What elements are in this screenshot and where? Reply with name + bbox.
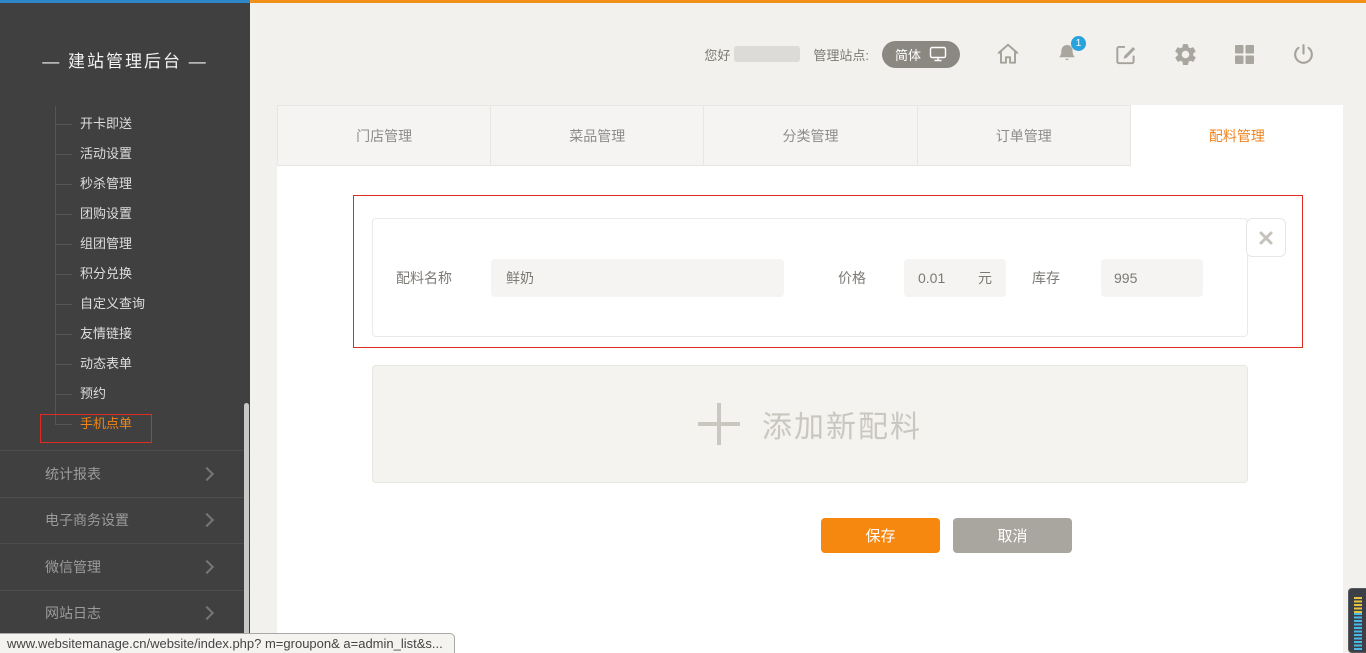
sidebar-section-statistics[interactable]: 统计报表 (0, 450, 250, 497)
tab-store-management[interactable]: 门店管理 (277, 105, 491, 166)
sidebar-menu: 开卡即送 活动设置 秒杀管理 团购设置 组团管理 积分兑换 自定义查询 友情链接… (0, 109, 250, 439)
plus-icon (698, 403, 740, 445)
tab-ingredient-management[interactable]: 配料管理 (1130, 105, 1343, 166)
header-icon-bar: 1 (995, 41, 1316, 67)
add-ingredient-button[interactable]: 添加新配料 (372, 365, 1248, 483)
sidebar-section-site-log[interactable]: 网站日志 (0, 590, 250, 637)
main-content: 配料名称 鲜奶 价格 0.01 元 库存 995 添加新配料 保存 取消 (277, 166, 1343, 653)
section-label: 统计报表 (45, 464, 101, 484)
app-title: — 建站管理后台 — (0, 47, 250, 72)
stock-value: 995 (1114, 270, 1137, 286)
sidebar-item-reservation[interactable]: 预约 (0, 379, 250, 409)
bell-icon[interactable]: 1 (1054, 41, 1080, 67)
sidebar-item-activity[interactable]: 活动设置 (0, 139, 250, 169)
section-label: 微信管理 (45, 557, 101, 577)
power-icon[interactable] (1290, 41, 1316, 67)
stock-input[interactable]: 995 (1101, 259, 1203, 297)
sidebar-scrollbar[interactable] (244, 403, 249, 648)
name-input[interactable]: 鲜奶 (491, 259, 784, 297)
add-ingredient-label: 添加新配料 (762, 402, 922, 446)
tab-category-management[interactable]: 分类管理 (703, 105, 917, 166)
stock-label: 库存 (1032, 268, 1060, 288)
sidebar-item-groupbuy[interactable]: 团购设置 (0, 199, 250, 229)
username-redacted (734, 46, 800, 62)
active-item-highlight-box (40, 414, 152, 443)
sidebar-item-flash-sale[interactable]: 秒杀管理 (0, 169, 250, 199)
apps-grid-icon[interactable] (1231, 41, 1257, 67)
site-label: 管理站点: (813, 45, 869, 64)
home-icon[interactable] (995, 41, 1021, 67)
sidebar-item-points[interactable]: 积分兑换 (0, 259, 250, 289)
close-icon (1257, 229, 1275, 247)
price-unit: 元 (978, 268, 992, 288)
meter-cyan-segments (1354, 613, 1362, 651)
sidebar-item-dynamic-form[interactable]: 动态表单 (0, 349, 250, 379)
tab-dish-management[interactable]: 菜品管理 (490, 105, 704, 166)
price-input[interactable]: 0.01 元 (904, 259, 1006, 297)
save-button[interactable]: 保存 (821, 518, 940, 553)
section-label: 电子商务设置 (45, 510, 129, 530)
notification-badge: 1 (1071, 36, 1086, 51)
sidebar-item-links[interactable]: 友情链接 (0, 319, 250, 349)
tab-order-management[interactable]: 订单管理 (917, 105, 1131, 166)
price-label: 价格 (838, 268, 866, 288)
section-label: 网站日志 (45, 603, 101, 623)
name-value: 鲜奶 (506, 268, 534, 288)
site-selector[interactable]: 简体 (882, 41, 960, 68)
gear-icon[interactable] (1172, 41, 1198, 67)
ingredient-card: 配料名称 鲜奶 价格 0.01 元 库存 995 (372, 218, 1248, 337)
sidebar-section-ecommerce[interactable]: 电子商务设置 (0, 497, 250, 544)
sidebar: — 建站管理后台 — 开卡即送 活动设置 秒杀管理 团购设置 组团管理 积分兑换… (0, 3, 250, 653)
price-value: 0.01 (918, 270, 945, 286)
chevron-right-icon (200, 513, 214, 527)
remove-ingredient-button[interactable] (1246, 218, 1286, 257)
chevron-right-icon (200, 560, 214, 574)
header: 您好 管理站点: 简体 1 (250, 3, 1366, 105)
chevron-right-icon (200, 467, 214, 481)
page: { "app": { "title": "— 建站管理后台 —" }, "sid… (0, 0, 1366, 653)
greeting-text: 您好 (704, 45, 730, 64)
sidebar-item-team[interactable]: 组团管理 (0, 229, 250, 259)
sidebar-section-wechat[interactable]: 微信管理 (0, 543, 250, 590)
system-meter-widget (1348, 588, 1366, 653)
sidebar-item-custom-query[interactable]: 自定义查询 (0, 289, 250, 319)
name-label: 配料名称 (396, 268, 452, 288)
chevron-right-icon (200, 606, 214, 620)
cancel-button[interactable]: 取消 (953, 518, 1072, 553)
sidebar-sections: 统计报表 电子商务设置 微信管理 网站日志 (0, 450, 250, 636)
tab-bar: 门店管理 菜品管理 分类管理 订单管理 配料管理 (277, 105, 1343, 166)
sidebar-item-card-gift[interactable]: 开卡即送 (0, 109, 250, 139)
site-value: 简体 (895, 45, 921, 64)
meter-yellow-segments (1354, 597, 1362, 613)
compose-icon[interactable] (1113, 41, 1139, 67)
link-preview-statusbar: www.websitemanage.cn/website/index.php? … (0, 633, 455, 653)
monitor-icon (929, 46, 947, 62)
